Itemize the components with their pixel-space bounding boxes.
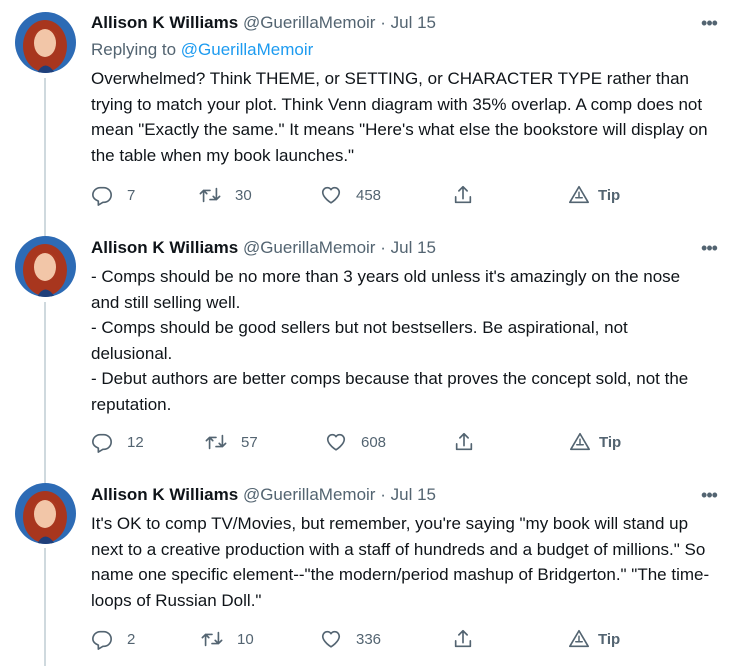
share-button[interactable] [452,625,474,653]
replying-handle[interactable]: @GuerillaMemoir [181,40,314,59]
like-count: 336 [356,630,382,648]
retweet-count: 30 [235,186,252,204]
more-icon[interactable]: ••• [698,12,720,34]
tweet-date[interactable]: Jul 15 [391,238,436,257]
like-icon [321,630,341,648]
reply-icon [92,630,112,650]
share-icon [455,432,473,451]
share-icon [454,629,472,648]
avatar[interactable] [15,236,76,297]
retweet-icon [205,434,227,450]
share-button[interactable] [453,428,475,456]
tip-label: Tip [598,186,621,204]
like-icon [326,433,346,451]
tweet-actions: 7 30 458 Tip [91,181,651,209]
tweet[interactable]: Allison K Williams @GuerillaMemoir · Jul… [0,235,736,460]
tip-icon [569,629,589,648]
reply-icon [92,186,112,206]
retweet-count: 57 [241,433,258,451]
retweet-button[interactable]: 10 [201,625,254,653]
tip-icon [569,185,589,204]
retweet-button[interactable]: 30 [199,181,252,209]
reply-count: 7 [127,186,136,204]
reply-button[interactable]: 7 [91,181,135,209]
tip-button[interactable]: Tip [568,625,620,653]
tip-label: Tip [599,433,622,451]
tweet-header: Allison K Williams @GuerillaMemoir · Jul… [91,482,436,508]
separator: · [380,13,386,32]
tweet-actions: 2 10 336 Tip [91,625,651,653]
separator: · [380,238,386,257]
retweet-count: 10 [237,630,254,648]
like-count: 608 [361,433,387,451]
like-button[interactable]: 608 [325,428,386,456]
tweet-header: Allison K Williams @GuerillaMemoir · Jul… [91,10,436,36]
separator: · [380,485,386,504]
reply-icon [92,433,112,453]
tweet[interactable]: Allison K Williams @GuerillaMemoir · Jul… [0,10,736,215]
replying-label: Replying to [91,40,177,59]
tip-button[interactable]: Tip [568,181,620,209]
tweet[interactable]: Allison K Williams @GuerillaMemoir · Jul… [0,482,736,666]
tweet-actions: 12 57 608 Tip [91,428,651,456]
like-button[interactable]: 336 [320,625,381,653]
share-icon [454,185,472,204]
tweet-text: Overwhelmed? Think THEME, or SETTING, or… [91,69,708,165]
like-icon [321,186,341,204]
reply-button[interactable]: 12 [91,428,144,456]
retweet-icon [199,187,221,203]
author-name[interactable]: Allison K Williams [91,485,238,504]
tweet-text: - Comps should be no more than 3 years o… [91,267,689,414]
tip-label: Tip [598,630,621,648]
share-button[interactable] [452,181,474,209]
author-handle[interactable]: @GuerillaMemoir [243,238,376,257]
tip-button[interactable]: Tip [569,428,621,456]
tweet-date[interactable]: Jul 15 [391,485,436,504]
reply-button[interactable]: 2 [91,625,135,653]
retweet-icon [201,631,223,647]
tweet-text: It's OK to comp TV/Movies, but remember,… [91,514,710,610]
more-icon[interactable]: ••• [698,237,720,259]
reply-count: 2 [127,630,136,648]
tweet-header: Allison K Williams @GuerillaMemoir · Jul… [91,235,436,261]
tweet-date[interactable]: Jul 15 [391,13,436,32]
tip-icon [570,432,590,451]
avatar[interactable] [15,483,76,544]
more-icon[interactable]: ••• [698,484,720,506]
retweet-button[interactable]: 57 [205,428,258,456]
author-name[interactable]: Allison K Williams [91,13,238,32]
like-count: 458 [356,186,382,204]
author-handle[interactable]: @GuerillaMemoir [243,13,376,32]
like-button[interactable]: 458 [320,181,381,209]
reply-count: 12 [127,433,144,451]
author-name[interactable]: Allison K Williams [91,238,238,257]
replying-to: Replying to @GuerillaMemoir [91,40,313,60]
avatar[interactable] [15,12,76,73]
author-handle[interactable]: @GuerillaMemoir [243,485,376,504]
